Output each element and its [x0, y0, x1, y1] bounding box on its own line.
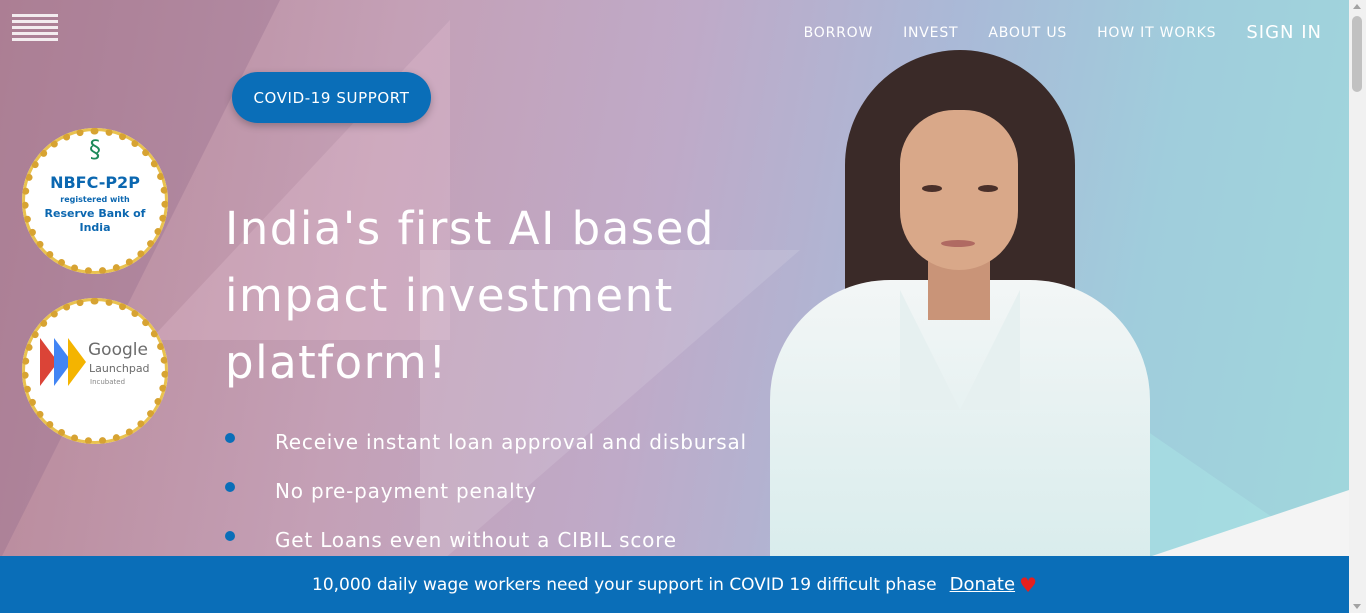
nbfc-subtitle: registered with	[60, 195, 130, 204]
scroll-down-arrow-icon[interactable]	[1353, 604, 1361, 609]
vertical-scrollbar[interactable]	[1349, 0, 1366, 613]
bullet-icon	[225, 433, 235, 443]
bullet-icon	[225, 531, 235, 541]
incubated-tag: Incubated	[90, 378, 126, 386]
nav-about-us[interactable]: ABOUT US	[988, 25, 1067, 41]
heart-icon: ♥	[1019, 572, 1037, 597]
feature-list: Receive instant loan approval and disbur…	[225, 423, 747, 570]
bullet-icon	[225, 482, 235, 492]
scroll-up-arrow-icon[interactable]	[1353, 4, 1361, 9]
nbfc-title: NBFC-P2P	[50, 173, 140, 192]
scrollbar-thumb[interactable]	[1352, 16, 1362, 92]
nav-invest[interactable]: INVEST	[903, 25, 958, 41]
launchpad-subtitle: Launchpad	[89, 362, 150, 375]
background-facet	[1140, 490, 1349, 560]
banner-text: 10,000 daily wage workers need your supp…	[312, 574, 937, 595]
google-title: Google	[88, 340, 148, 360]
hero-headline: India's first AI based impact investment…	[225, 202, 715, 389]
feature-item: No pre-payment penalty	[225, 472, 747, 521]
site-logo[interactable]	[12, 14, 58, 52]
nbfc-badge: § NBFC-P2P registered with Reserve Bank …	[22, 128, 168, 274]
hero-person-image	[750, 40, 1170, 570]
covid-support-button[interactable]: COVID-19 SUPPORT	[232, 72, 431, 123]
donation-banner: 10,000 daily wage workers need your supp…	[0, 556, 1349, 613]
google-launchpad-badge: Google Launchpad Incubated	[22, 298, 168, 444]
donate-link[interactable]: Donate	[950, 574, 1015, 595]
sign-in-link[interactable]: SIGN IN	[1246, 22, 1322, 43]
main-nav: BORROW INVEST ABOUT US HOW IT WORKS SIGN…	[804, 22, 1322, 43]
nbfc-rbi-text: Reserve Bank of India	[44, 207, 146, 234]
feature-item: Receive instant loan approval and disbur…	[225, 423, 747, 472]
nav-borrow[interactable]: BORROW	[804, 25, 874, 41]
nav-how-it-works[interactable]: HOW IT WORKS	[1097, 25, 1216, 41]
rbi-emblem-icon: §	[89, 135, 101, 163]
